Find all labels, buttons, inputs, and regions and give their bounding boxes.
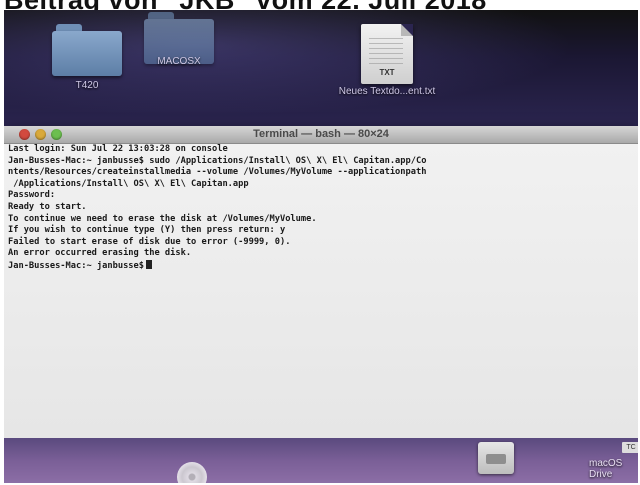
drive-icon[interactable]: [478, 442, 514, 474]
terminal-line: If you wish to continue type (Y) then pr…: [8, 225, 286, 236]
terminal-line: Ready to start.: [8, 201, 87, 212]
desktop-icon-label: T420: [75, 80, 99, 91]
prompt-line: Jan-Busses-Mac:~ janbusse$: [8, 259, 634, 273]
prompt-text: Jan-Busses-Mac:~ janbusse$: [8, 260, 144, 271]
terminal-line: ntents/Resources/createinstallmedia --vo…: [8, 167, 427, 178]
desktop-icon-label: Neues Textdo...ent.txt: [338, 86, 436, 97]
title-bar[interactable]: Terminal — bash — 80×24: [4, 126, 638, 144]
terminal-line: An error occurred erasing the disk.: [8, 248, 192, 259]
text-cursor: [146, 259, 152, 269]
terminal-window[interactable]: Terminal — bash — 80×24 Last login: Sun …: [4, 126, 638, 438]
terminal-line: Jan-Busses-Mac:~ janbusse$ sudo /Applica…: [8, 155, 427, 166]
badge: TC: [622, 442, 638, 453]
drive-label-line2: Drive: [589, 469, 613, 480]
terminal-line: /Applications/Install\ OS\ X\ El\ Capita…: [8, 178, 249, 189]
folder-icon[interactable]: [52, 24, 122, 76]
drive-label: macOS Drive: [589, 458, 622, 480]
screen-photo: T420 MACOSX TXT Neues Textdo...ent.txt T…: [4, 10, 638, 483]
window-title: Terminal — bash — 80×24: [253, 128, 389, 140]
terminal-line: Password:: [8, 190, 56, 201]
terminal-line: Last login: Sun Jul 22 13:03:28 on conso…: [8, 144, 228, 154]
text-document-icon[interactable]: TXT: [361, 24, 413, 84]
terminal-line: Failed to start erase of disk due to err…: [8, 236, 291, 247]
dock: [4, 438, 638, 483]
desktop-icon-label: MACOSX: [157, 56, 201, 67]
drive-label-line1: macOS: [589, 458, 623, 469]
terminal-output[interactable]: Last login: Sun Jul 22 13:03:28 on conso…: [4, 144, 638, 438]
terminal-line: To continue we need to erase the disk at…: [8, 213, 317, 224]
